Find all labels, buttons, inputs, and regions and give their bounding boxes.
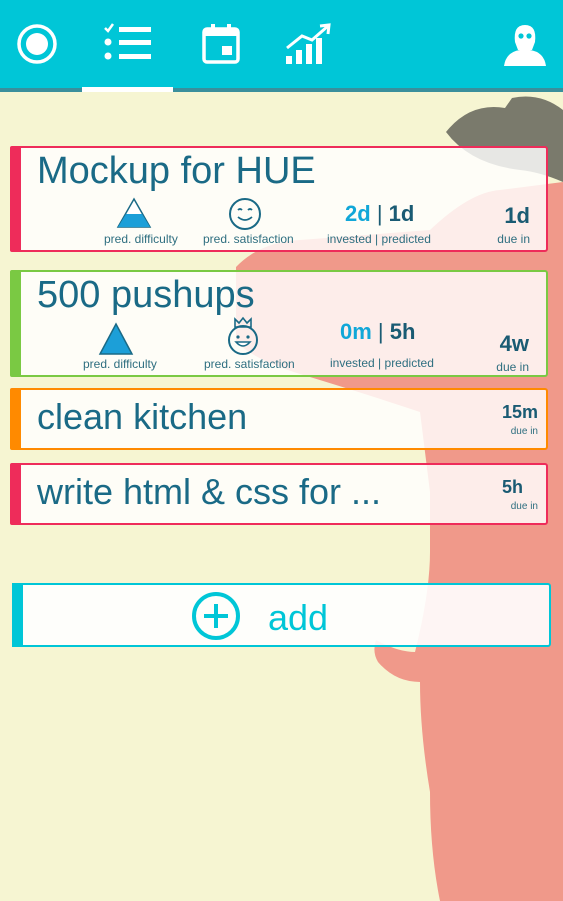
time-labels: invested | predicted [327,232,431,246]
due-value: 5h [501,477,523,497]
difficulty-label: pred. difficulty [83,357,157,371]
due-value: 4w [499,331,529,356]
priority-stripe [10,388,21,450]
predicted-label: predicted [381,232,431,246]
due-value: 15m [501,402,538,422]
label-separator: | [375,232,379,246]
predicted-value: 1d [388,201,415,226]
tab-focus[interactable] [0,0,73,88]
time-separator: | [376,201,383,226]
task-card[interactable]: Mockup for HUE pred. difficulty pred. sa… [10,146,548,252]
due-label: due in [497,232,530,246]
priority-stripe [10,463,21,525]
predicted-value: 5h [389,319,416,344]
due-label: due in [510,501,538,512]
crowned-smiley-icon [228,316,258,355]
plus-circle-icon [192,592,240,640]
task-title: Mockup for HUE [37,150,316,192]
time-summary: 0m | 5h [340,319,415,345]
due-value: 1d [504,203,530,228]
time-summary: 2d | 1d [345,201,414,227]
task-card[interactable]: clean kitchen 15m due in [10,388,548,450]
invested-label: invested [330,356,375,370]
stats-chart-icon [286,23,331,64]
due-label: due in [510,426,538,437]
tab-tasks[interactable] [82,0,173,92]
profile-button[interactable] [495,0,555,88]
task-title: 500 pushups [37,274,255,316]
task-title: clean kitchen [37,396,248,437]
due-label: due in [496,360,529,374]
task-card[interactable]: 500 pushups pred. difficulty pred. satis… [10,270,548,377]
label-separator: | [378,356,382,370]
satisfaction-label: pred. satisfaction [203,232,294,246]
mountain-icon [98,322,134,355]
add-stripe [12,583,23,647]
avatar-icon [504,25,546,66]
target-icon [16,24,57,64]
time-labels: invested | predicted [330,356,434,370]
tab-calendar[interactable] [186,0,256,88]
invested-value: 0m [340,319,372,344]
task-card[interactable]: write html & css for ... 5h due in [10,463,548,525]
satisfaction-label: pred. satisfaction [204,357,295,371]
mountain-icon [116,197,152,228]
add-label: add [268,597,329,638]
invested-label: invested [327,232,372,246]
add-task-button[interactable]: add [12,583,551,647]
predicted-label: predicted [384,356,434,370]
smiley-icon [229,198,261,230]
tab-statistics[interactable] [276,0,340,88]
invested-value: 2d [345,201,371,226]
checklist-icon [103,23,151,60]
top-navigation-bar [0,0,563,92]
priority-stripe [10,146,21,252]
priority-stripe [10,270,21,377]
calendar-icon [202,24,240,64]
difficulty-label: pred. difficulty [104,232,178,246]
time-separator: | [377,319,384,344]
task-title: write html & css for ... [37,471,382,512]
